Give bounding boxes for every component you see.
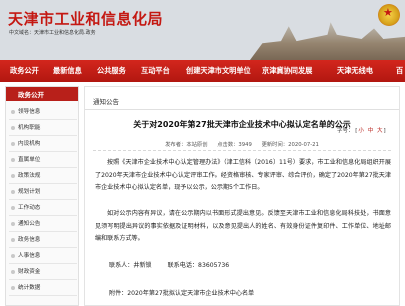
sidebar-heading: 政务公开 xyxy=(6,87,78,101)
site-header: 天津市工业和信息化局 中文域名：天津市工业和信息化局.政务 xyxy=(0,0,405,60)
divider xyxy=(93,150,391,151)
font-size-small-button[interactable]: 小 xyxy=(358,128,364,134)
nav-item-gov-open[interactable]: 政务公开 xyxy=(10,60,39,82)
sidebar-item[interactable]: 通知公告 xyxy=(9,217,77,232)
bullet-icon xyxy=(11,126,15,130)
bullet-icon xyxy=(11,286,15,290)
article-panel: 通知公告 关于对2020年第27批天津市企业技术中心拟认定名单的公示 字号： [… xyxy=(84,86,400,306)
meta-source: 本站原创 xyxy=(186,142,208,148)
bullet-icon xyxy=(11,158,15,162)
meta-views: 点击数：3949 xyxy=(217,142,252,148)
bullet-icon xyxy=(11,238,15,242)
nav-item-public-service[interactable]: 公共服务 xyxy=(97,60,126,82)
contact-phone: 联系电话：83605736 xyxy=(167,262,230,269)
bullet-icon xyxy=(11,190,15,194)
contact-person: 联系人：井新锁 xyxy=(109,262,152,269)
sidebar: 政务公开 领导信息 机构职能 内设机构 直属单位 政策法规 规划计划 工作动态 … xyxy=(5,86,79,306)
attachment-link[interactable]: 附件：2020年第27批拟认定天津市企业技术中心名单 xyxy=(109,288,254,297)
font-size-medium-button[interactable]: 中 xyxy=(368,128,374,134)
nav-item-more[interactable]: 百 xyxy=(396,60,403,82)
nav-item-jingjinji[interactable]: 京津冀协同发展 xyxy=(262,60,312,82)
nav-item-radio[interactable]: 天津无线电 xyxy=(337,60,373,82)
sidebar-item[interactable]: 政策法规 xyxy=(9,169,77,184)
divider xyxy=(85,109,399,110)
sidebar-item[interactable]: 领导信息 xyxy=(9,105,77,120)
meta-date-label: 更新时间： xyxy=(261,142,289,148)
nav-item-interaction[interactable]: 互动平台 xyxy=(141,60,170,82)
monument-banner-image xyxy=(250,22,405,60)
nav-item-latest[interactable]: 最新信息 xyxy=(53,60,82,82)
bullet-icon xyxy=(11,254,15,258)
sidebar-item[interactable]: 人事信息 xyxy=(9,249,77,264)
bullet-icon xyxy=(11,270,15,274)
article-paragraph: 如对公示内容有异议，请在公示期内以书面形式提出意见。反馈至天津市工业和信息化局科… xyxy=(95,210,391,242)
bullet-icon xyxy=(11,110,15,114)
site-title[interactable]: 天津市工业和信息化局 xyxy=(8,8,163,29)
article-paragraph: 按照《天津市企业技术中心认定管理办法》（津工信科〔2016〕11号）要求，市工业… xyxy=(95,159,391,191)
sidebar-item[interactable]: 内设机构 xyxy=(9,137,77,152)
sidebar-item[interactable]: 机构职能 xyxy=(9,121,77,136)
breadcrumb[interactable]: 通知公告 xyxy=(93,96,119,106)
sidebar-item[interactable]: 直属单位 xyxy=(9,153,77,168)
font-size-switcher: 字号： [小 中 大] xyxy=(337,128,386,134)
meta-source-label: 发布者： xyxy=(165,142,187,148)
main-nav: 政务公开 最新信息 公共服务 互动平台 创建天津市文明单位 京津冀协同发展 天津… xyxy=(0,60,405,82)
sidebar-item[interactable]: 统计数据 xyxy=(9,281,77,296)
bullet-icon xyxy=(11,174,15,178)
article-meta: 发布者：本站原创 点击数：3949 更新时间：2020-07-21 xyxy=(85,140,399,148)
bullet-icon xyxy=(11,222,15,226)
sidebar-item[interactable]: 财政资金 xyxy=(9,265,77,280)
sidebar-item[interactable]: 政务信息 xyxy=(9,233,77,248)
site-subtitle: 中文域名：天津市工业和信息化局.政务 xyxy=(9,30,96,36)
bullet-icon xyxy=(11,142,15,146)
contact-info: 联系人：井新锁 联系电话：83605736 xyxy=(109,260,243,269)
sidebar-item[interactable]: 规划计划 xyxy=(9,185,77,200)
nav-item-civilized-unit[interactable]: 创建天津市文明单位 xyxy=(186,60,251,82)
national-emblem-icon xyxy=(378,4,400,26)
meta-date: 2020-07-21 xyxy=(288,142,319,148)
sidebar-heading-label: 政务公开 xyxy=(18,91,44,99)
sidebar-item[interactable]: 工作动态 xyxy=(9,201,77,216)
font-size-large-button[interactable]: 大 xyxy=(377,128,383,134)
font-size-label: 字号： xyxy=(337,128,354,134)
bullet-icon xyxy=(11,206,15,210)
